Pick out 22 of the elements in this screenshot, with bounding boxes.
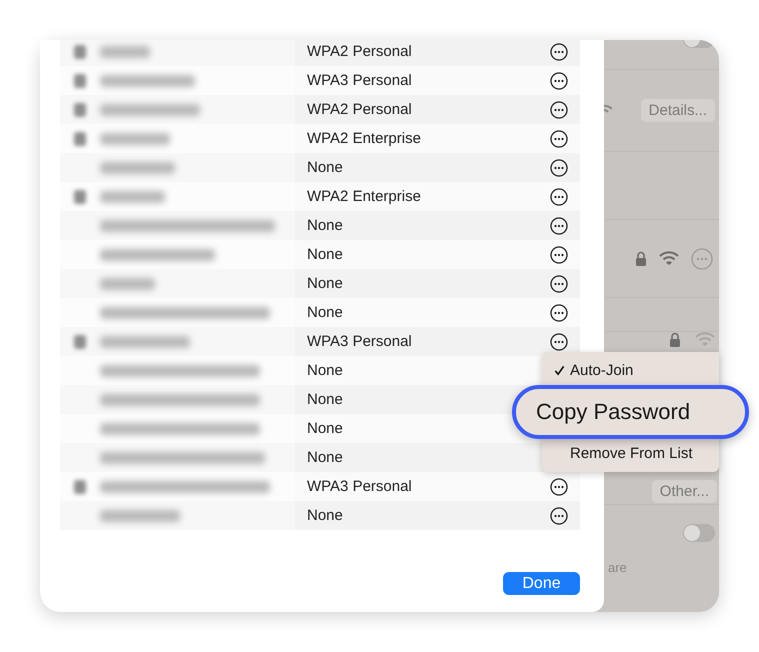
done-button[interactable]: Done: [503, 572, 580, 595]
security-type: None: [307, 362, 343, 379]
security-type: WPA2 Personal: [307, 43, 412, 60]
security-type: WPA2 Enterprise: [307, 130, 421, 147]
menu-item[interactable]: Remove From List: [542, 443, 719, 464]
security-type: WPA3 Personal: [307, 72, 412, 89]
security-type: None: [307, 246, 343, 263]
security-type: WPA3 Personal: [307, 333, 412, 350]
security-type: None: [307, 507, 343, 524]
security-type: WPA2 Enterprise: [307, 188, 421, 205]
security-type: None: [307, 159, 343, 176]
security-type: None: [307, 304, 343, 321]
security-type: None: [307, 420, 343, 437]
security-type: None: [307, 391, 343, 408]
menu-item[interactable]: Auto-Join: [542, 360, 719, 381]
security-type: WPA2 Personal: [307, 101, 412, 118]
security-type: None: [307, 275, 343, 292]
menu-item[interactable]: Copy Password: [512, 385, 749, 439]
settings-text: are: [608, 560, 627, 575]
security-type: None: [307, 449, 343, 466]
security-type: WPA3 Personal: [307, 478, 412, 495]
security-type: None: [307, 217, 343, 234]
